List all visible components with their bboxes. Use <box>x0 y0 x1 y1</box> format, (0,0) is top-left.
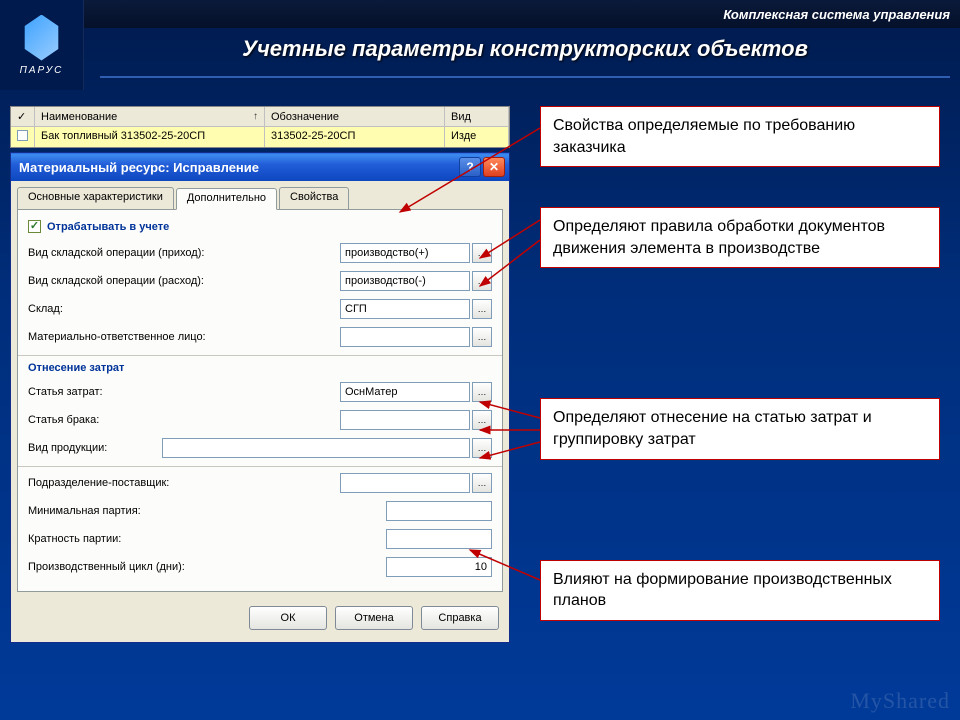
logo-icon <box>22 15 62 61</box>
tabstrip: Основные характеристики Дополнительно Св… <box>11 181 509 209</box>
row-checkbox-icon[interactable] <box>17 130 28 141</box>
column-kind[interactable]: Вид <box>445 107 509 127</box>
op-in-label: Вид складской операции (приход): <box>28 247 340 259</box>
op-out-lookup-button[interactable]: … <box>472 271 492 291</box>
help-icon[interactable]: ? <box>459 157 481 177</box>
defect-item-lookup-button[interactable]: … <box>472 410 492 430</box>
product-kind-lookup-button[interactable]: … <box>472 438 492 458</box>
mol-label: Материально-ответственное лицо: <box>28 331 340 343</box>
table-row[interactable]: Бак топливный 313502-25-20СП 313502-25-2… <box>11 127 509 147</box>
column-name[interactable]: Наименование <box>35 107 265 127</box>
cell-kind: Изде <box>445 127 509 147</box>
tab-properties[interactable]: Свойства <box>279 187 349 209</box>
op-in-input[interactable] <box>340 243 470 263</box>
logo-text: ПАРУС <box>20 65 64 76</box>
cost-item-label: Статья затрат: <box>28 386 340 398</box>
group-cost-title: Отнесение затрат <box>28 362 492 374</box>
column-code[interactable]: Обозначение <box>265 107 445 127</box>
page-title: Учетные параметры конструкторских объект… <box>100 36 950 78</box>
store-label: Склад: <box>28 303 340 315</box>
logo-block: ПАРУС <box>0 0 84 90</box>
cancel-button[interactable]: Отмена <box>335 606 413 630</box>
checkbox-label: Отрабатывать в учете <box>47 221 169 233</box>
min-batch-label: Минимальная партия: <box>28 505 386 517</box>
column-check[interactable]: ✓ <box>11 107 35 127</box>
window-title: Материальный ресурс: Исправление <box>19 160 259 175</box>
cost-item-input[interactable] <box>340 382 470 402</box>
close-icon[interactable]: ✕ <box>483 157 505 177</box>
store-input[interactable] <box>340 299 470 319</box>
tab-main[interactable]: Основные характеристики <box>17 187 174 209</box>
header-bar: Комплексная система управления <box>0 0 960 28</box>
defect-item-input[interactable] <box>340 410 470 430</box>
product-kind-input[interactable] <box>162 438 470 458</box>
cell-code: 313502-25-20СП <box>265 127 445 147</box>
process-in-accounting-checkbox[interactable]: Отрабатывать в учете <box>28 220 492 233</box>
callout-1: Свойства определяемые по требованию зака… <box>540 106 940 167</box>
checkbox-icon <box>28 220 41 233</box>
store-lookup-button[interactable]: … <box>472 299 492 319</box>
header-subtitle: Комплексная система управления <box>723 7 950 22</box>
dialog-buttons: ОК Отмена Справка <box>11 598 509 642</box>
cell-name: Бак топливный 313502-25-20СП <box>35 127 265 147</box>
mol-lookup-button[interactable]: … <box>472 327 492 347</box>
supplier-lookup-button[interactable]: … <box>472 473 492 493</box>
callout-2: Определяют правила обработки документов … <box>540 207 940 268</box>
tab-panel: Отрабатывать в учете Вид складской опера… <box>17 209 503 592</box>
help-button[interactable]: Справка <box>421 606 499 630</box>
min-batch-input[interactable] <box>386 501 492 521</box>
callouts: Свойства определяемые по требованию зака… <box>540 106 940 661</box>
cycle-label: Производственный цикл (дни): <box>28 561 386 573</box>
mult-batch-input[interactable] <box>386 529 492 549</box>
op-out-input[interactable] <box>340 271 470 291</box>
ok-button[interactable]: ОК <box>249 606 327 630</box>
supplier-input[interactable] <box>340 473 470 493</box>
app-area: ✓ Наименование Обозначение Вид Бак топли… <box>10 106 510 643</box>
tab-additional[interactable]: Дополнительно <box>176 188 277 210</box>
dialog-window: Материальный ресурс: Исправление ? ✕ Осн… <box>10 152 510 643</box>
mol-input[interactable] <box>340 327 470 347</box>
titlebar: Материальный ресурс: Исправление ? ✕ <box>11 153 509 181</box>
op-out-label: Вид складской операции (расход): <box>28 275 340 287</box>
watermark: MyShared <box>850 688 950 714</box>
cost-item-lookup-button[interactable]: … <box>472 382 492 402</box>
supplier-label: Подразделение-поставщик: <box>28 477 340 489</box>
cycle-input[interactable] <box>386 557 492 577</box>
defect-item-label: Статья брака: <box>28 414 340 426</box>
callout-4: Влияют на формирование производственных … <box>540 560 940 621</box>
product-kind-label: Вид продукции: <box>28 442 162 454</box>
table-header-row: ✓ Наименование Обозначение Вид <box>11 107 509 127</box>
mult-batch-label: Кратность партии: <box>28 533 386 545</box>
op-in-lookup-button[interactable]: … <box>472 243 492 263</box>
callout-3: Определяют отнесение на статью затрат и … <box>540 398 940 459</box>
data-table: ✓ Наименование Обозначение Вид Бак топли… <box>10 106 510 148</box>
